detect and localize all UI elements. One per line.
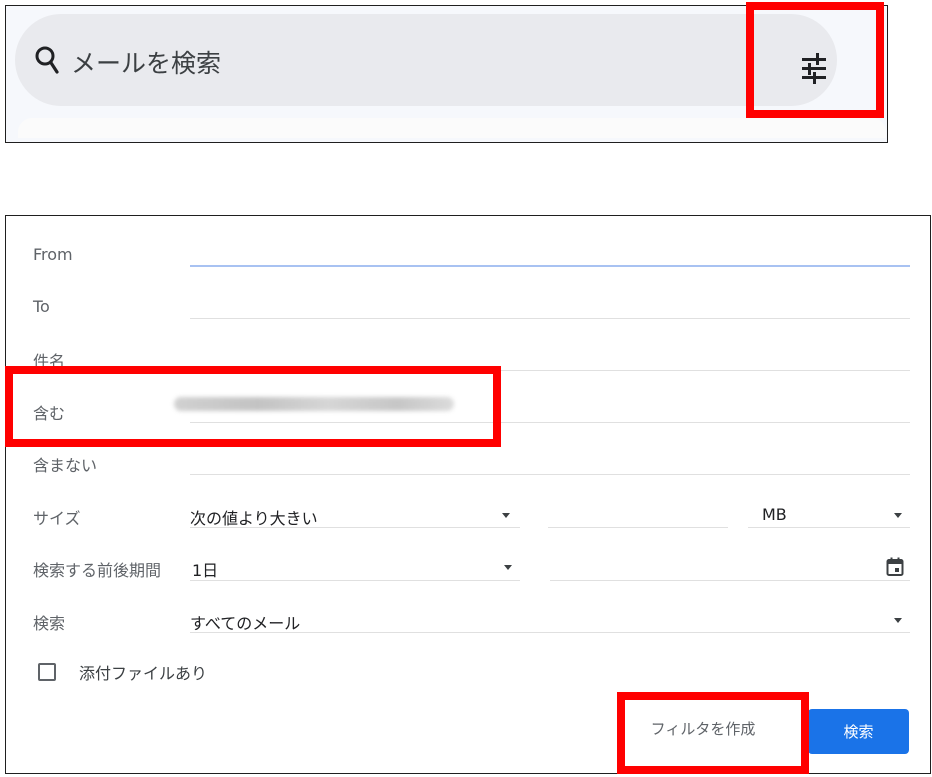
- search-button[interactable]: 検索: [808, 709, 909, 754]
- search-icon[interactable]: [34, 45, 60, 75]
- from-label: From: [33, 245, 73, 264]
- has-attachment-label[interactable]: 添付ファイルあり: [79, 660, 207, 684]
- chevron-down-icon[interactable]: [504, 565, 512, 570]
- chevron-down-icon[interactable]: [502, 513, 510, 518]
- size-operator-select[interactable]: 次の値より大きい: [190, 505, 318, 529]
- to-label: To: [33, 297, 50, 316]
- chevron-down-icon[interactable]: [894, 513, 902, 518]
- search-scope-underline: [190, 632, 910, 633]
- search-scope-label: 検索: [33, 614, 66, 633]
- date-within-underline: [190, 580, 520, 581]
- search-input[interactable]: メールを検索: [71, 44, 221, 80]
- search-scope-select[interactable]: すべてのメール: [190, 610, 300, 634]
- size-label: サイズ: [33, 509, 81, 528]
- to-input[interactable]: [190, 318, 910, 319]
- from-input[interactable]: [190, 265, 910, 267]
- size-value-input[interactable]: [548, 527, 728, 528]
- highlight-box-create-filter: [617, 692, 809, 774]
- date-input[interactable]: [550, 580, 910, 581]
- date-within-select[interactable]: 1日: [192, 557, 218, 581]
- has-attachment-checkbox[interactable]: [38, 663, 56, 681]
- mail-search-bar[interactable]: メールを検索: [15, 14, 837, 106]
- date-within-label: 検索する前後期間: [33, 561, 162, 580]
- chevron-down-icon[interactable]: [894, 618, 902, 623]
- highlight-box-options: [746, 2, 884, 118]
- doesnt-have-input[interactable]: [190, 474, 910, 475]
- highlight-box-has-words: [5, 366, 501, 447]
- advanced-search-panel: From To 件名 含む 含まない サイズ 次の値より大きい MB 検索する前…: [5, 215, 931, 774]
- size-operator-underline: [190, 527, 520, 528]
- size-unit-underline: [748, 527, 910, 528]
- doesnt-have-label: 含まない: [33, 456, 98, 475]
- inbox-area-edge: [18, 118, 886, 138]
- calendar-icon[interactable]: [886, 557, 904, 577]
- size-unit-select[interactable]: MB: [762, 505, 787, 524]
